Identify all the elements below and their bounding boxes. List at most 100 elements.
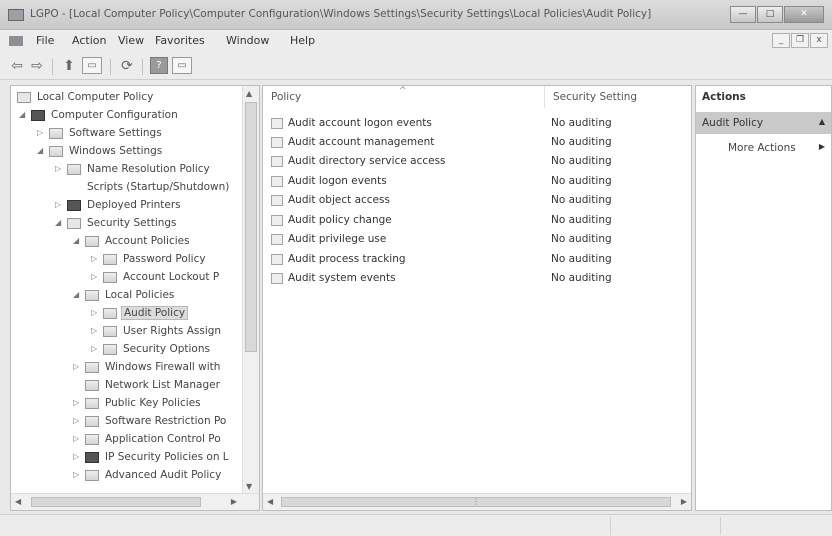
mdi-minimize-button[interactable]: _ [772, 33, 790, 48]
show-hide-action-pane-icon[interactable]: ▭ [172, 57, 192, 74]
table-row[interactable]: Audit system events No auditing [263, 269, 673, 288]
policy-icon [17, 92, 31, 103]
policy-name: Audit directory service access [288, 155, 446, 167]
folder-icon [85, 380, 99, 391]
expand-icon[interactable]: ▷ [73, 470, 83, 479]
column-header-security-setting[interactable]: Security Setting [545, 86, 693, 108]
collapse-icon[interactable]: ◢ [73, 290, 83, 299]
policy-name: Audit process tracking [288, 253, 406, 265]
refresh-icon[interactable]: ⟳ [118, 57, 136, 75]
scroll-right-icon[interactable]: ▶ [231, 497, 237, 506]
expand-icon[interactable]: ▷ [91, 344, 101, 353]
menu-window[interactable]: Window [226, 34, 269, 47]
folder-icon [103, 344, 117, 355]
expand-icon[interactable]: ▷ [73, 362, 83, 371]
collapse-icon[interactable]: ◢ [37, 146, 47, 155]
menu-view[interactable]: View [118, 34, 144, 47]
folder-icon [49, 128, 63, 139]
menu-bar: File Action View Favorites Window Help _… [0, 30, 832, 52]
column-header-policy[interactable]: Policy ^ [263, 86, 545, 108]
scroll-left-icon[interactable]: ◀ [267, 497, 273, 506]
policy-item-icon [271, 176, 283, 187]
toolbar-separator [52, 59, 53, 75]
policy-setting: No auditing [551, 136, 612, 148]
expand-icon[interactable]: ▷ [73, 398, 83, 407]
mdi-controls: _ ❐ x [771, 33, 828, 48]
expand-icon[interactable]: ▷ [55, 164, 65, 173]
table-row[interactable]: Audit directory service access No auditi… [263, 152, 673, 171]
policy-item-icon [271, 137, 283, 148]
scroll-grip-icon: ⋮ [472, 497, 480, 506]
scroll-down-icon[interactable]: ▼ [246, 482, 252, 491]
table-row[interactable]: Audit logon events No auditing [263, 172, 673, 191]
scroll-left-icon[interactable]: ◀ [15, 497, 21, 506]
policy-item-icon [271, 273, 283, 284]
menu-help[interactable]: Help [290, 34, 315, 47]
close-button[interactable]: ✕ [784, 6, 824, 23]
actions-section-audit-policy[interactable]: Audit Policy ▲ [696, 112, 831, 134]
policy-name: Audit system events [288, 272, 396, 284]
console-icon[interactable] [9, 36, 23, 46]
folder-icon [85, 362, 99, 373]
expand-icon[interactable]: ▷ [55, 200, 65, 209]
collapse-icon[interactable]: ◢ [55, 218, 65, 227]
table-row[interactable]: Audit account logon events No auditing [263, 114, 673, 133]
expand-icon[interactable]: ▷ [91, 254, 101, 263]
window-title: LGPO - [Local Computer Policy\Computer C… [30, 8, 652, 20]
policy-setting: No auditing [551, 233, 612, 245]
menu-favorites[interactable]: Favorites [155, 34, 205, 47]
status-divider [720, 517, 721, 535]
forward-arrow-icon[interactable]: ⇨ [28, 57, 46, 75]
policy-setting: No auditing [551, 272, 612, 284]
folder-icon [103, 272, 117, 283]
menu-action[interactable]: Action [72, 34, 106, 47]
scroll-thumb[interactable] [245, 102, 257, 352]
tree-horizontal-scrollbar[interactable]: ◀ ▶ [11, 493, 259, 510]
expand-icon[interactable]: ▷ [91, 326, 101, 335]
minimize-button[interactable]: — [730, 6, 756, 23]
collapse-icon[interactable]: ◢ [73, 236, 83, 245]
security-icon [67, 218, 81, 229]
maximize-button[interactable]: □ [757, 6, 783, 23]
menu-file[interactable]: File [36, 34, 54, 47]
table-row[interactable]: Audit account management No auditing [263, 133, 673, 152]
policy-name: Audit object access [288, 194, 390, 206]
expand-icon[interactable]: ▷ [73, 416, 83, 425]
expand-icon[interactable]: ▷ [91, 308, 101, 317]
scroll-thumb[interactable] [31, 497, 201, 507]
policy-name: Audit account management [288, 136, 435, 148]
scroll-up-icon[interactable]: ▲ [246, 89, 252, 98]
table-row[interactable]: Audit policy change No auditing [263, 211, 673, 230]
sort-indicator-icon: ^ [399, 86, 407, 96]
scroll-thumb[interactable]: ⋮ [281, 497, 671, 507]
up-one-level-icon[interactable]: ⬆ [60, 57, 78, 75]
window-controls: — □ ✕ [729, 6, 824, 23]
expand-icon[interactable]: ▷ [37, 128, 47, 137]
policy-item-icon [271, 156, 283, 167]
policy-name: Audit policy change [288, 214, 392, 226]
actions-header: Actions [702, 91, 746, 103]
expand-icon[interactable]: ▷ [91, 272, 101, 281]
mdi-close-button[interactable]: x [810, 33, 828, 48]
help-icon[interactable]: ? [150, 57, 168, 74]
expand-icon[interactable]: ▷ [73, 434, 83, 443]
toolbar: ⇦ ⇨ ⬆ ▭ ⟳ ? ▭ [0, 52, 832, 80]
show-hide-console-tree-icon[interactable]: ▭ [82, 57, 102, 74]
table-row[interactable]: Audit process tracking No auditing [263, 250, 673, 269]
table-row[interactable]: Audit object access No auditing [263, 191, 673, 210]
policy-item-icon [271, 118, 283, 129]
collapse-icon[interactable]: ◢ [19, 110, 29, 119]
back-arrow-icon[interactable]: ⇦ [8, 57, 26, 75]
scroll-right-icon[interactable]: ▶ [681, 497, 687, 506]
tree-vertical-scrollbar[interactable]: ▲ ▼ [242, 86, 259, 494]
table-row[interactable]: Audit privilege use No auditing [263, 230, 673, 249]
more-actions-link[interactable]: More Actions [728, 142, 796, 154]
expand-icon[interactable]: ▷ [73, 452, 83, 461]
submenu-arrow-icon[interactable]: ▶ [819, 142, 825, 151]
results-horizontal-scrollbar[interactable]: ◀ ⋮ ▶ [263, 493, 691, 510]
status-bar [0, 514, 832, 536]
collapse-section-icon[interactable]: ▲ [819, 117, 825, 126]
toolbar-separator [110, 59, 111, 75]
policy-name: Audit logon events [288, 175, 387, 187]
mdi-restore-button[interactable]: ❐ [791, 33, 809, 48]
